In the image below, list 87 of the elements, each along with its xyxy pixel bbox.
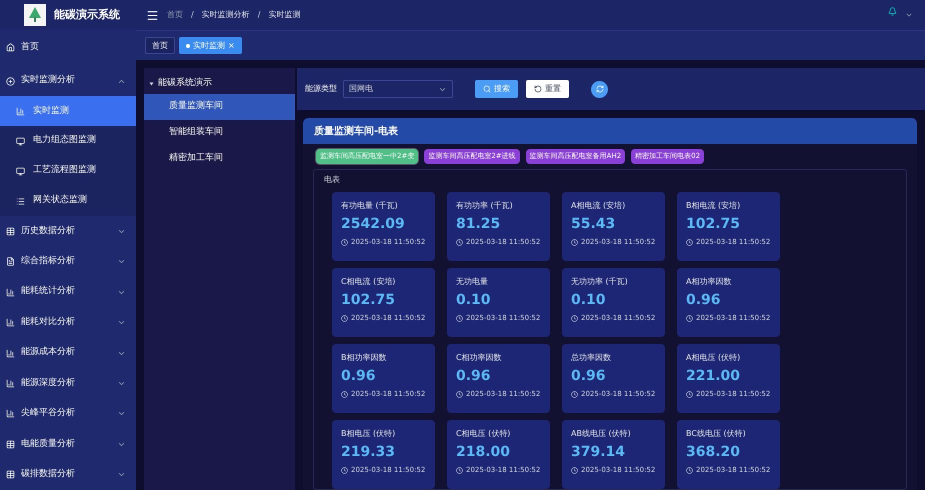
logo-icon — [24, 4, 46, 26]
sidebar-item[interactable]: 首页 — [0, 30, 136, 66]
metric-value: 218.00 — [456, 443, 512, 461]
tree-node[interactable]: 精密加工车间 — [144, 146, 295, 172]
metric-label: 有功功率 (千瓦) — [456, 200, 514, 212]
metric-value: 102.75 — [686, 215, 742, 233]
app-title: 能碳演示系统 — [54, 6, 120, 23]
metric-label: B相功率因数 — [341, 352, 388, 364]
breadcrumb-item[interactable]: 实时监测 — [268, 9, 300, 21]
caret-icon — [150, 82, 154, 86]
metric-label: B相电压 (伏特) — [341, 428, 396, 440]
section-title: 电表 — [323, 174, 341, 186]
metric-value: 221.00 — [686, 367, 742, 385]
search-icon — [483, 85, 491, 93]
metric-value: 368.20 — [686, 443, 742, 461]
metric-label: C相功率因数 — [456, 352, 503, 364]
metric-value: 379.14 — [571, 443, 626, 461]
clock-icon — [571, 314, 578, 322]
metric-label: A相电压 (伏特) — [686, 352, 742, 364]
metric-value: 0.96 — [456, 367, 492, 385]
metric-value: 81.25 — [456, 215, 502, 233]
clock-icon — [686, 238, 693, 246]
clock-icon — [341, 390, 348, 398]
metric-value: 0.10 — [571, 291, 607, 309]
energy-type-select[interactable]: 国网电 — [343, 80, 453, 98]
sidebar-item[interactable]: 历史数据分析 — [0, 216, 136, 246]
sidebar-item[interactable]: 实时监测分析 — [0, 66, 136, 96]
metric-label: B相电流 (安培) — [686, 200, 742, 212]
sidebar-item[interactable]: 能耗对比分析 — [0, 307, 136, 338]
tree-node[interactable]: 质量监测车间 — [144, 94, 295, 120]
metric-value: 55.43 — [571, 215, 616, 233]
breadcrumb-item[interactable]: 首页 — [167, 9, 183, 21]
clock-icon — [456, 466, 463, 474]
metric-value: 2542.09 — [341, 215, 406, 233]
bell-icon[interactable] — [888, 6, 897, 16]
clock-icon — [571, 390, 578, 398]
sidebar-subitem[interactable]: 电力组态图监测 — [0, 126, 136, 156]
clock-icon — [341, 314, 348, 322]
sidebar-item[interactable]: 综合指标分析 — [0, 246, 136, 277]
clock-icon — [571, 238, 578, 246]
metric-value: 0.96 — [686, 291, 722, 309]
breadcrumb-item[interactable]: 实时监测分析 — [202, 9, 250, 21]
sidebar-subitem[interactable]: 网关状态监测 — [0, 186, 136, 216]
refresh-icon — [596, 85, 604, 93]
metric-value: 0.96 — [571, 367, 607, 385]
clock-icon — [341, 466, 348, 474]
clock-icon — [571, 466, 578, 474]
metric-label: 总功率因数 — [571, 352, 612, 364]
sidebar-item[interactable]: 碳排数据分析 — [0, 460, 136, 490]
sidebar-item[interactable]: 尖峰平谷分析 — [0, 398, 136, 430]
clock-icon — [456, 314, 463, 322]
metric-label: BC线电压 (伏特) — [686, 428, 747, 440]
clock-icon — [686, 390, 693, 398]
metric-value: 0.96 — [341, 367, 377, 385]
filter-label: 能源类型 — [305, 83, 337, 95]
metric-label: AB线电压 (伏特) — [571, 428, 632, 440]
sidebar-item[interactable]: 电能质量分析 — [0, 429, 136, 460]
clock-icon — [686, 466, 693, 474]
metric-label: A相功率因数 — [686, 276, 732, 288]
page-tab[interactable]: 首页 — [145, 37, 175, 54]
metric-label: A相电流 (安培) — [571, 200, 626, 212]
reset-button[interactable]: 重置 — [526, 80, 569, 98]
metric-label: C相电压 (伏特) — [456, 428, 512, 440]
metric-value: 0.10 — [456, 291, 492, 309]
reset-icon — [534, 85, 542, 93]
panel-header: 质量监测车间-电表 — [303, 118, 917, 144]
sidebar-item[interactable]: 能源深度分析 — [0, 368, 136, 399]
sidebar-subitem[interactable]: 实时监测 — [0, 96, 136, 126]
tree-node[interactable]: 能碳系统演示 — [144, 74, 295, 94]
refresh-button[interactable] — [591, 80, 608, 98]
metric-label: C相电流 (安培) — [341, 276, 396, 288]
metric-label: 有功电量 (千瓦) — [341, 200, 399, 212]
breadcrumb-separator: / — [258, 9, 260, 21]
tree-node[interactable]: 智能组装车间 — [144, 120, 295, 146]
clock-icon — [341, 238, 348, 246]
clock-icon — [456, 238, 463, 246]
sidebar-subitem[interactable]: 工艺流程图监测 — [0, 156, 136, 186]
clock-icon — [686, 314, 693, 322]
metric-label: 无功功率 (千瓦) — [571, 276, 629, 288]
metric-value: 102.75 — [341, 291, 396, 309]
clock-icon — [456, 390, 463, 398]
breadcrumb-separator: / — [191, 9, 194, 21]
sidebar-item[interactable]: 能源成本分析 — [0, 338, 136, 368]
metric-value: 219.33 — [341, 443, 396, 461]
caret-icon[interactable] — [905, 11, 913, 19]
metric-label: 无功电量 — [456, 276, 489, 288]
sidebar-item[interactable]: 能耗统计分析 — [0, 276, 136, 308]
